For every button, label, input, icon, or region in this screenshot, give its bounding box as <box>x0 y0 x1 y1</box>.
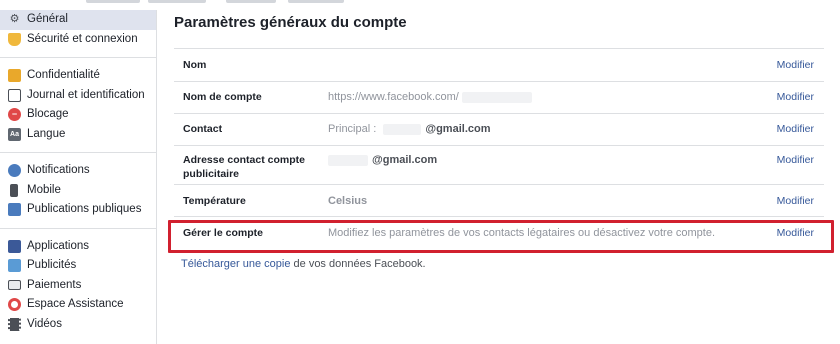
ad-contact-email-domain: @gmail.com <box>372 154 438 166</box>
redacted-text <box>383 123 422 135</box>
top-tab-stub <box>148 0 206 3</box>
sidebar-group-apps: Applications Publicités Paiements Espace… <box>0 237 156 335</box>
sidebar-item-label: Journal et identification <box>27 88 145 101</box>
top-tab-stub <box>288 0 344 3</box>
page-title: Paramètres généraux du compte <box>174 14 407 31</box>
setting-row-name[interactable]: Nom Modifier <box>174 49 824 81</box>
sidebar-item-public-posts[interactable]: Publications publiques <box>0 200 156 220</box>
setting-label: Contact <box>183 123 223 135</box>
contact-primary-label: Principal : <box>328 123 377 135</box>
sidebar-item-apps[interactable]: Applications <box>0 237 156 257</box>
setting-value: Celsius <box>328 194 367 208</box>
sidebar-item-security[interactable]: Sécurité et connexion <box>0 30 156 50</box>
sidebar-item-timeline[interactable]: Journal et identification <box>0 86 156 106</box>
film-icon <box>8 317 21 331</box>
edit-link[interactable]: Modifier <box>777 153 814 167</box>
sidebar-item-blocking[interactable]: − Blocage <box>0 105 156 125</box>
sidebar-item-label: Mobile <box>27 183 61 196</box>
sidebar-divider <box>0 227 156 229</box>
download-copy-text: de vos données Facebook. <box>290 258 426 270</box>
sidebar-divider <box>0 152 156 153</box>
apps-icon <box>8 239 21 253</box>
setting-label: Adresse contact compte publicitaire <box>183 154 305 180</box>
setting-value: @gmail.com <box>328 153 437 167</box>
sidebar-item-label: Paiements <box>27 278 82 291</box>
sidebar-item-payments[interactable]: Paiements <box>0 276 156 296</box>
sidebar-item-label: Langue <box>27 127 66 140</box>
block-icon: − <box>8 108 21 122</box>
sidebar-item-label: Publications publiques <box>27 203 142 215</box>
sidebar-item-language[interactable]: Aa Langue <box>0 125 156 145</box>
sidebar-item-mobile[interactable]: Mobile <box>0 181 156 201</box>
setting-label: Nom <box>183 59 207 71</box>
language-icon: Aa <box>8 127 21 141</box>
temperature-unit: Celsius <box>328 195 368 207</box>
download-copy-link[interactable]: Télécharger une copie <box>181 258 290 270</box>
setting-row-username[interactable]: Nom de compte https://www.facebook.com/ … <box>174 82 824 114</box>
rss-icon <box>8 203 21 217</box>
sidebar-item-support[interactable]: Espace Assistance <box>0 295 156 315</box>
ads-icon <box>8 259 21 273</box>
sidebar-item-label: Vidéos <box>27 317 62 330</box>
payment-icon <box>8 280 21 291</box>
sidebar-item-videos[interactable]: Vidéos <box>0 315 156 335</box>
lock-icon <box>8 69 21 83</box>
globe-icon <box>8 164 21 178</box>
mobile-icon <box>10 183 18 197</box>
setting-label: Température <box>183 195 246 207</box>
sidebar-item-label: Confidentialité <box>27 69 100 81</box>
setting-label: Nom de compte <box>183 91 262 103</box>
top-tab-stub <box>226 0 276 3</box>
gear-icon: ⚙ <box>9 13 20 26</box>
setting-row-temperature[interactable]: Température Celsius Modifier <box>174 185 824 217</box>
sidebar-item-privacy[interactable]: Confidentialité <box>0 66 156 86</box>
sidebar-item-label: Publicités <box>27 259 77 271</box>
edit-link[interactable]: Modifier <box>777 90 814 104</box>
sidebar-item-label: Applications <box>27 239 90 252</box>
sidebar-item-label: Général <box>27 13 68 25</box>
contact-email-domain: @gmail.com <box>425 123 491 135</box>
download-copy-note: Télécharger une copie de vos données Fac… <box>181 258 426 270</box>
sidebar-item-general[interactable]: ⚙ Général <box>0 10 156 30</box>
sidebar-divider <box>0 57 156 58</box>
redacted-text <box>328 154 368 166</box>
sidebar-group-account: ⚙ Général Sécurité et connexion <box>0 10 156 49</box>
setting-value: Principal : @gmail.com <box>328 122 491 136</box>
setting-value: https://www.facebook.com/ <box>328 90 532 104</box>
sidebar-item-notifications[interactable]: Notifications <box>0 161 156 181</box>
edit-link[interactable]: Modifier <box>777 194 814 208</box>
sidebar-group-notifications: Notifications Mobile Publications publiq… <box>0 161 156 220</box>
sidebar-item-label: Blocage <box>27 108 69 120</box>
top-tab-stub <box>86 0 140 3</box>
lifebuoy-icon <box>8 298 21 312</box>
shield-icon <box>8 32 21 46</box>
timeline-icon <box>8 88 21 102</box>
redacted-text <box>461 91 532 103</box>
setting-row-ad-contact[interactable]: Adresse contact compte publicitaire @gma… <box>174 146 824 184</box>
sidebar-item-label: Sécurité et connexion <box>27 32 138 45</box>
settings-sidebar: ⚙ Général Sécurité et connexion Confiden… <box>0 10 157 344</box>
annotation-highlight-box <box>168 220 834 253</box>
sidebar-group-privacy: Confidentialité Journal et identificatio… <box>0 66 156 144</box>
username-url: https://www.facebook.com/ <box>328 91 459 103</box>
edit-link[interactable]: Modifier <box>777 58 814 72</box>
sidebar-item-label: Notifications <box>27 164 90 176</box>
sidebar-item-ads[interactable]: Publicités <box>0 256 156 276</box>
edit-link[interactable]: Modifier <box>777 122 814 136</box>
sidebar-item-label: Espace Assistance <box>27 298 124 310</box>
setting-row-contact[interactable]: Contact Principal : @gmail.com Modifier <box>174 114 824 146</box>
